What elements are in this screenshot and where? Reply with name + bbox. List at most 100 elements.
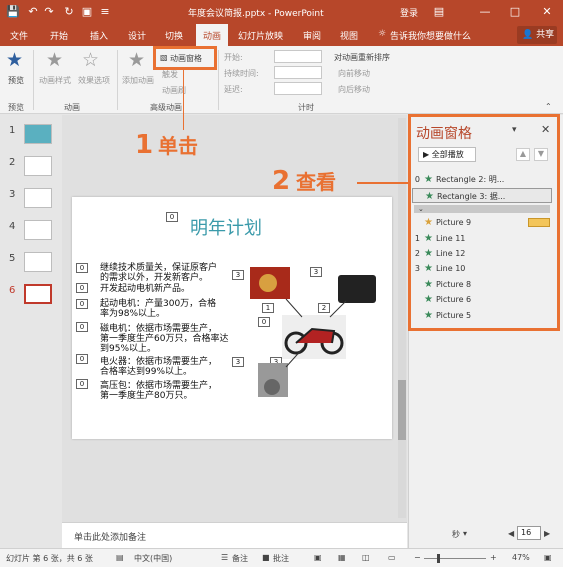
slide-thumb[interactable]: [24, 156, 52, 176]
redo-icon[interactable]: ↷: [42, 5, 56, 19]
coil-picture-detail: [264, 379, 280, 395]
annotation-leader-2: [357, 182, 409, 184]
start-select[interactable]: [274, 50, 322, 63]
zoom-in-icon[interactable]: +: [490, 553, 497, 562]
share-button[interactable]: 👤 共享: [517, 26, 557, 44]
tab-file[interactable]: 文件: [10, 29, 28, 42]
animation-style-button[interactable]: 动画样式: [39, 75, 71, 86]
duration-input[interactable]: [274, 66, 322, 79]
notes-button[interactable]: 备注: [232, 553, 248, 564]
close-icon[interactable]: ✕: [540, 5, 554, 19]
highlight-animation-pane-panel: [408, 114, 560, 331]
normal-view-icon[interactable]: ▣: [314, 553, 322, 562]
group-timing-label: 计时: [298, 103, 314, 112]
slide-number: 4: [9, 221, 16, 232]
group-animation-label: 动画: [64, 103, 80, 112]
notes-placeholder[interactable]: 单击此处添加备注: [74, 530, 146, 543]
trigger-button[interactable]: 触发: [162, 69, 178, 80]
refresh-icon[interactable]: ↻: [62, 5, 76, 19]
delay-input[interactable]: [274, 82, 322, 95]
move-later-button[interactable]: 向后移动: [338, 84, 370, 95]
reorder-label: 对动画重新排序: [334, 53, 390, 62]
language-status[interactable]: 中文(中国): [134, 553, 172, 564]
lightbulb-icon: ☼: [378, 29, 387, 39]
start-label: 开始:: [224, 53, 243, 62]
animation-style-icon[interactable]: ★: [46, 50, 63, 70]
minimize-icon[interactable]: —: [478, 5, 492, 19]
tab-transitions[interactable]: 切换: [165, 29, 183, 42]
annotation-leader-1: [183, 70, 184, 130]
slide-thumbnails: 1 2 3 4 5 6: [0, 115, 60, 548]
notes-icon: ☰: [221, 553, 229, 562]
ribbon-display-icon[interactable]: ▤: [432, 5, 446, 19]
tell-me-search[interactable]: 告诉我你想要做什么: [390, 29, 471, 42]
tab-design[interactable]: 设计: [128, 29, 146, 42]
slideshow-view-icon[interactable]: ▭: [388, 553, 396, 562]
ribbon: ★ 预览 预览 ★ 动画样式 ☆ 效果选项 动画 ★ 添加动画 ▧ 动画窗格 触…: [0, 46, 563, 114]
zoom-slider-thumb[interactable]: [437, 554, 440, 563]
time-next-icon[interactable]: ▶: [544, 529, 550, 538]
divider: [33, 50, 34, 110]
slide-thumb[interactable]: [24, 220, 52, 240]
annotation-step-2-number: 2: [272, 166, 291, 196]
reading-view-icon[interactable]: ◫: [362, 553, 370, 562]
seconds-dropdown-icon[interactable]: ▾: [463, 529, 467, 538]
ribbon-tabs: 文件 开始 插入 设计 切换 动画 幻灯片放映 审阅 视图 ☼ 告诉我你想要做什…: [0, 24, 563, 46]
scrollbar-thumb[interactable]: [398, 380, 406, 440]
collapse-ribbon-icon[interactable]: ⌃: [545, 102, 552, 111]
tab-animations[interactable]: 动画: [196, 24, 229, 46]
move-earlier-button[interactable]: 向前移动: [338, 68, 370, 79]
tab-slideshow[interactable]: 幻灯片放映: [238, 29, 283, 42]
slide-thumb[interactable]: [24, 124, 52, 144]
spellcheck-icon[interactable]: ▤: [116, 553, 124, 562]
slide-thumb-active[interactable]: [24, 284, 52, 304]
slide-thumb[interactable]: [24, 252, 52, 272]
customize-icon[interactable]: ≡: [98, 5, 112, 19]
arrow-line[interactable]: [285, 298, 303, 318]
tab-review[interactable]: 审阅: [303, 29, 321, 42]
time-value[interactable]: 16: [517, 526, 541, 540]
status-bar: 幻灯片 第 6 张，共 6 张 ▤ 中文(中国) ☰ 备注 ■ 批注 ▣ ▦ ◫…: [0, 548, 563, 567]
slideshow-icon[interactable]: ▣: [80, 5, 94, 19]
effect-options-button[interactable]: 效果选项: [78, 75, 110, 86]
annotation-step-1-number: 1: [135, 130, 154, 160]
tab-view[interactable]: 视图: [340, 29, 358, 42]
slide-number: 2: [9, 157, 16, 168]
comments-button[interactable]: 批注: [273, 553, 289, 564]
save-icon[interactable]: 💾: [6, 5, 20, 19]
slide-canvas[interactable]: 0 明年计划 0 继续技术质量关，保证原客户 的需求以外，开发新客户。 0 开发…: [72, 197, 392, 439]
undo-icon[interactable]: ↶: [26, 5, 40, 19]
slide-thumb[interactable]: [24, 188, 52, 208]
duration-label: 持续时间:: [224, 69, 259, 78]
slide-number: 5: [9, 253, 16, 264]
tab-home[interactable]: 开始: [50, 29, 68, 42]
divider: [218, 50, 219, 110]
group-preview-label: 预览: [8, 103, 24, 112]
zoom-slider[interactable]: [424, 558, 486, 559]
maximize-icon[interactable]: □: [508, 5, 522, 19]
add-animation-button[interactable]: 添加动画: [122, 75, 154, 86]
notes-pane[interactable]: 单击此处添加备注: [62, 522, 407, 548]
powerpoint-window: 💾 ↶ ↷ ↻ ▣ ≡ 年度会议简报.pptx - PowerPoint 登录 …: [0, 0, 563, 567]
fit-slide-icon[interactable]: ▣: [544, 553, 552, 562]
annotation-step-2-text: 查看: [296, 170, 336, 194]
zoom-level[interactable]: 47%: [512, 553, 530, 562]
arrow-line[interactable]: [329, 300, 347, 318]
divider: [117, 50, 118, 110]
vertical-scrollbar[interactable]: [398, 118, 406, 518]
component-picture[interactable]: [338, 275, 376, 303]
window-title: 年度会议简报.pptx - PowerPoint: [188, 9, 324, 19]
preview-button[interactable]: 预览: [8, 75, 24, 86]
add-animation-icon[interactable]: ★: [128, 50, 145, 70]
preview-icon[interactable]: ★: [6, 50, 23, 70]
zoom-out-icon[interactable]: −: [414, 553, 421, 562]
slide-sorter-icon[interactable]: ▦: [338, 553, 346, 562]
highlight-animation-pane: [153, 46, 217, 70]
slide-graphics: [250, 267, 376, 397]
annotation-step-1-text: 单击: [158, 134, 198, 158]
time-prev-icon[interactable]: ◀: [508, 529, 514, 538]
effect-options-icon[interactable]: ☆: [82, 50, 99, 70]
tab-insert[interactable]: 插入: [90, 29, 108, 42]
login-link[interactable]: 登录: [400, 6, 418, 19]
slide-number: 1: [9, 125, 16, 136]
